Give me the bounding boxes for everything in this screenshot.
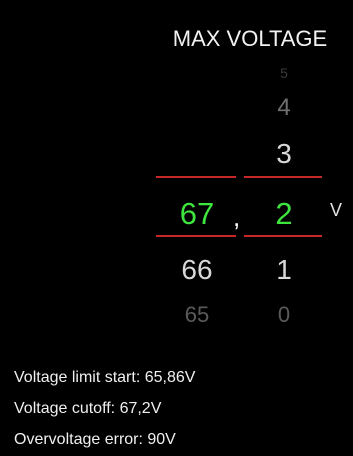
selection-divider-bottom-left bbox=[156, 235, 236, 237]
decimal-separator: , bbox=[233, 202, 241, 232]
integer-picker-selected[interactable]: 67 bbox=[158, 198, 236, 229]
overvoltage-error-text: Overvoltage error: 90V bbox=[14, 431, 176, 448]
integer-option-65[interactable]: 65 bbox=[158, 304, 236, 326]
decimal-picker-selected[interactable]: 2 bbox=[248, 198, 320, 229]
decimal-option-1[interactable]: 1 bbox=[248, 256, 320, 284]
page-title: MAX VOLTAGE bbox=[172, 26, 328, 51]
decimal-option-0[interactable]: 0 bbox=[248, 304, 320, 326]
selection-divider-bottom-right bbox=[244, 235, 322, 237]
voltage-cutoff-text: Voltage cutoff: 67,2V bbox=[14, 400, 162, 417]
decimal-option-3[interactable]: 3 bbox=[248, 140, 320, 168]
decimal-option-4[interactable]: 4 bbox=[248, 96, 320, 120]
selection-divider-top-left bbox=[156, 176, 236, 178]
integer-option-66[interactable]: 66 bbox=[158, 256, 236, 284]
unit-label: V bbox=[330, 200, 343, 220]
selection-divider-top-right bbox=[244, 176, 322, 178]
decimal-option-5[interactable]: 5 bbox=[248, 66, 320, 80]
voltage-limit-start-text: Voltage limit start: 65,86V bbox=[14, 369, 196, 386]
